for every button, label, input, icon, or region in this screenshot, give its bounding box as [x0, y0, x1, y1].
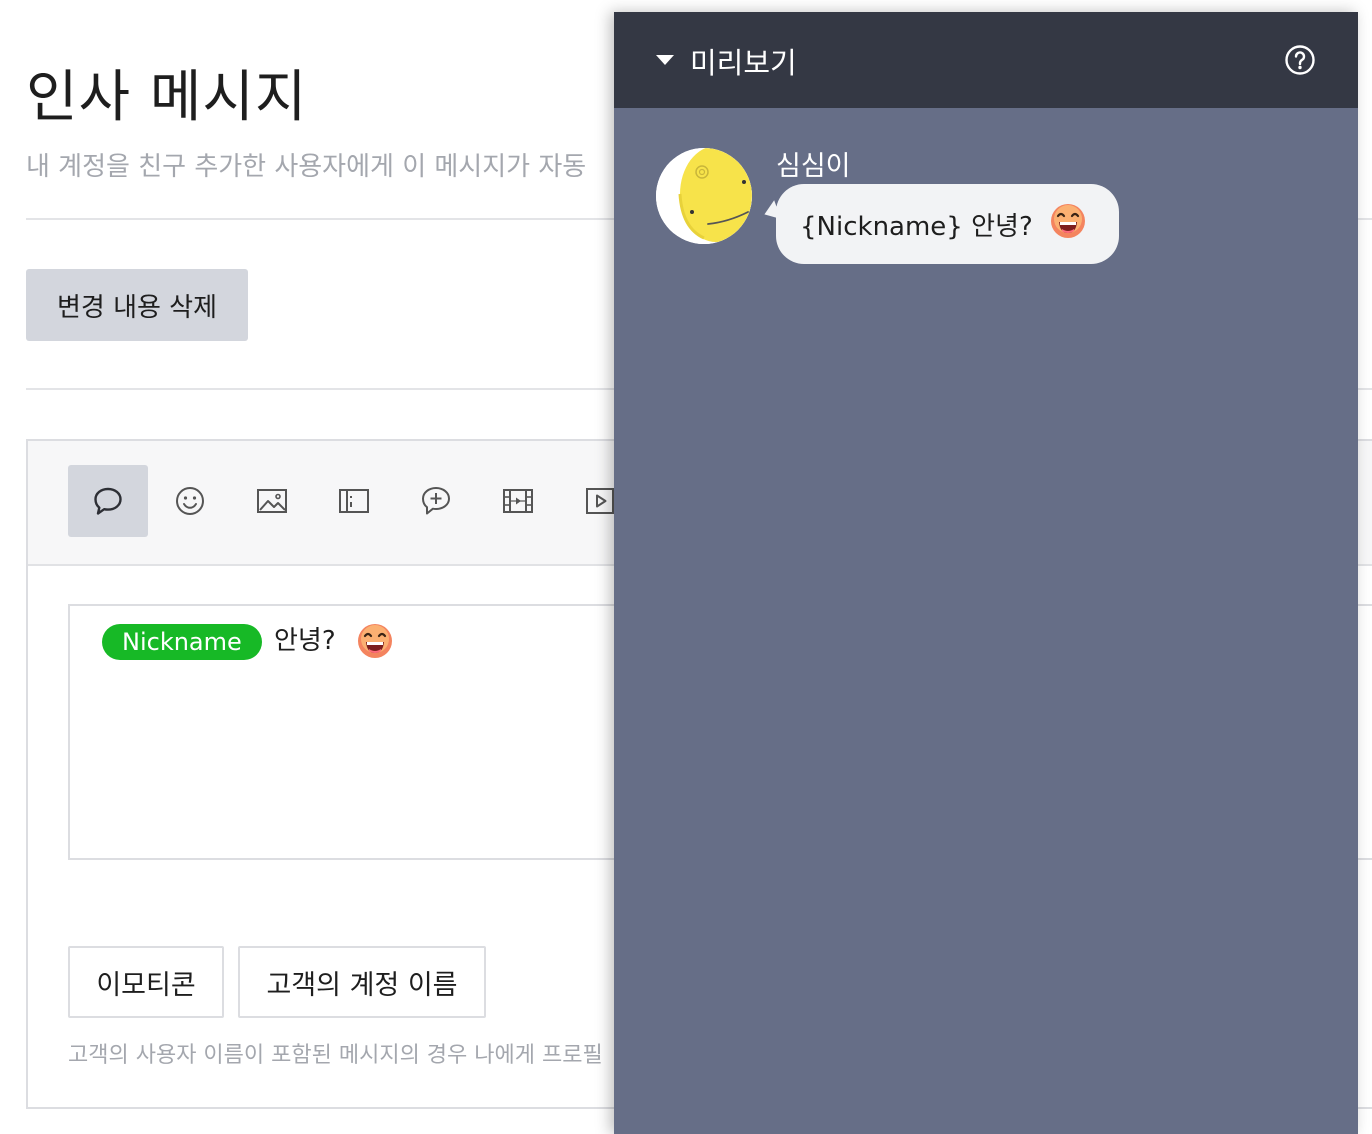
emoji-smile-icon: [176, 487, 204, 515]
collapse-caret-icon[interactable]: [656, 55, 674, 65]
helper-text: 고객의 사용자 이름이 포함된 메시지의 경우 나에게 프로필: [68, 1043, 603, 1068]
film-tool[interactable]: [478, 465, 558, 537]
video-play-icon: [586, 488, 614, 514]
page-description: 내 계정을 친구 추가한 사용자에게 이 메시지가 자동: [26, 152, 587, 182]
preview-message-bubble: {Nickname} 안녕?: [776, 184, 1119, 264]
text-bubble-icon: [94, 487, 122, 515]
sender-name: 심심이: [776, 151, 851, 182]
coupon-message-icon: [422, 487, 450, 515]
image-icon: [257, 489, 287, 513]
film-icon: [503, 489, 533, 513]
preview-panel: 미리보기 심심이 {Nickname} 안녕?: [614, 12, 1358, 1134]
coupon-message-tool[interactable]: [396, 465, 476, 537]
emoticon-button[interactable]: 이모티콘: [68, 946, 224, 1018]
laughing-emoji-icon: [356, 622, 394, 664]
page-title: 인사 메시지: [26, 65, 308, 130]
help-icon[interactable]: [1284, 44, 1316, 76]
card-tool[interactable]: [314, 465, 394, 537]
customer-account-name-button[interactable]: 고객의 계정 이름: [238, 946, 486, 1018]
card-icon: [339, 489, 369, 513]
delete-changes-button[interactable]: 변경 내용 삭제: [26, 269, 248, 341]
avatar: [656, 148, 752, 244]
preview-title: 미리보기: [690, 46, 797, 80]
image-tool[interactable]: [232, 465, 312, 537]
laughing-emoji-icon: [1049, 202, 1087, 247]
emoji-tool[interactable]: [150, 465, 230, 537]
bubble-text: {Nickname} 안녕?: [800, 211, 1033, 242]
preview-header[interactable]: 미리보기: [614, 12, 1358, 108]
text-bubble-tool[interactable]: [68, 465, 148, 537]
message-text: 안녕?: [274, 626, 336, 656]
nickname-variable-chip[interactable]: Nickname: [102, 624, 262, 660]
